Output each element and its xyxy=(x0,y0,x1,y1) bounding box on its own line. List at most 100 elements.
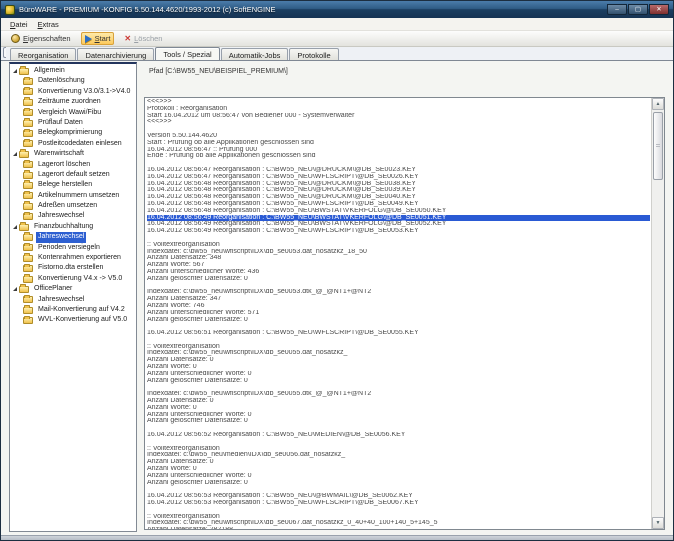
log-line[interactable]: Anzahl Datensätze: 0 xyxy=(147,398,650,405)
tab-automatik-jobs[interactable]: Automatik-Jobs xyxy=(221,48,289,60)
log-line[interactable] xyxy=(147,337,650,344)
log-line[interactable]: 16.04.2012 08:56:53 Reorganisation : C:\… xyxy=(147,500,650,507)
log-box[interactable]: <<<>>>Protokoll : ReorganisationStart 16… xyxy=(144,97,665,530)
log-line[interactable]: Anzahl gelöschter Datensätze: 0 xyxy=(147,480,650,487)
tab-reorganisation[interactable]: Reorganisation xyxy=(10,48,76,60)
log-line[interactable] xyxy=(147,323,650,330)
scroll-thumb[interactable] xyxy=(653,112,663,180)
log-line-selected[interactable]: 16.04.2012 08:56:49 Reorganisation : C:\… xyxy=(147,215,650,222)
tree-item-pr-flauf-daten[interactable]: Prüflauf Daten xyxy=(10,118,136,128)
log-line[interactable]: Anzahl Datensätze: 0 xyxy=(147,357,650,364)
tree-item-datenl-schung[interactable]: Datenlöschung xyxy=(10,76,136,86)
log-line[interactable]: 16.04.2012 08:56:53 Reorganisation : C:\… xyxy=(147,493,650,500)
log-line[interactable]: Anzahl Worte: 0 xyxy=(147,405,650,412)
log-line[interactable]: Start 16.04.2012 um 08:56:47 von Bediene… xyxy=(147,113,650,120)
log-line[interactable]: Anzahl Datensätze: 282188 xyxy=(147,527,650,529)
log-line[interactable]: Indexdatei: c:\bw55_neu\wflscript\IDX\db… xyxy=(147,249,650,256)
tree-item-lagerort-default-setzen[interactable]: Lagerort default setzen xyxy=(10,170,136,180)
log-line[interactable]: <<<>>> xyxy=(147,119,650,126)
tree-item-adre-en-umsetzen[interactable]: Adreßen umsetzen xyxy=(10,201,136,211)
log-line[interactable]: Anzahl unterschiedlicher Worte: 0 xyxy=(147,473,650,480)
log-line[interactable]: 16.04.2012 08:56:47 Reorganisation : C:\… xyxy=(147,174,650,181)
log-line[interactable]: :: Volltextreorganisation xyxy=(147,446,650,453)
log-line[interactable]: Indexdatei: c:\bw55_neu\medien\IDX\db_se… xyxy=(147,452,650,459)
log-line[interactable]: <<<>>> xyxy=(147,99,650,106)
log-line[interactable] xyxy=(147,160,650,167)
log-line[interactable]: 16.04.2012 08:56:47 Reorganisation : C:\… xyxy=(147,167,650,174)
log-line[interactable]: Anzahl gelöschter Datensätze: 0 xyxy=(147,378,650,385)
log-line[interactable]: Start : Prüfung ob alle Applikationen ge… xyxy=(147,140,650,147)
expander-icon[interactable] xyxy=(13,287,17,291)
log-line[interactable]: 16.04.2012 08:56:52 Reorganisation : C:\… xyxy=(147,432,650,439)
log-line[interactable]: Version 5.50.144.4620 xyxy=(147,133,650,140)
tree-item-vergleich-wawi-fibu[interactable]: Vergleich Wawi/Fibu xyxy=(10,108,136,118)
tree-item-jahreswechsel[interactable]: Jahreswechsel xyxy=(10,211,136,221)
log-line[interactable]: Anzahl Worte: 0 xyxy=(147,466,650,473)
tree-group-officeplaner[interactable]: OfficePlaner xyxy=(10,284,136,294)
expander-icon[interactable] xyxy=(13,225,17,229)
log-line[interactable]: Indexdatei: c:\bw55_neu\wflscript\IDX\db… xyxy=(147,350,650,357)
tree-item-artikelnummern-umsetzen[interactable]: Artikelnummern umsetzen xyxy=(10,191,136,201)
log-line[interactable]: Anzahl Worte: 0 xyxy=(147,364,650,371)
menu-datei[interactable]: Datei xyxy=(5,19,33,30)
log-line[interactable]: 16.04.2012 08:56:51 Reorganisation : C:\… xyxy=(147,330,650,337)
log-line[interactable]: Anzahl gelöschter Datensätze: 0 xyxy=(147,317,650,324)
log-line[interactable] xyxy=(147,126,650,133)
expander-icon[interactable] xyxy=(13,152,17,156)
log-line[interactable]: Anzahl unterschiedlicher Worte: 0 xyxy=(147,371,650,378)
log-scrollbar[interactable]: ▲ ▼ xyxy=(651,98,664,529)
log-line[interactable]: Anzahl Datensätze: 0 xyxy=(147,459,650,466)
minimize-button[interactable]: – xyxy=(607,4,627,15)
log-line[interactable] xyxy=(147,283,650,290)
log-line[interactable]: 16.04.2012 08:56:48 Reorganisation : C:\… xyxy=(147,187,650,194)
tree-item-belegkomprimierung[interactable]: Belegkomprimierung xyxy=(10,128,136,138)
log-line[interactable]: Anzahl Datensätze: 347 xyxy=(147,296,650,303)
log-line[interactable]: Anzahl unterschiedlicher Worte: 571 xyxy=(147,310,650,317)
tree-item-mail-konvertierung-auf-v4-2[interactable]: Mail-Konvertierung auf V4.2 xyxy=(10,305,136,315)
tab-datenarchivierung[interactable]: Datenarchivierung xyxy=(77,48,154,60)
log-line[interactable] xyxy=(147,486,650,493)
log-line[interactable]: :: Volltextreorganisation xyxy=(147,514,650,521)
log-line[interactable]: Anzahl unterschiedlicher Worte: 436 xyxy=(147,269,650,276)
log-line[interactable]: Anzahl Worte: 567 xyxy=(147,262,650,269)
log-line[interactable] xyxy=(147,384,650,391)
log-line[interactable]: 16.04.2012 08:56:49 Reorganisation : C:\… xyxy=(147,228,650,235)
tree-item-jahreswechsel[interactable]: Jahreswechsel xyxy=(10,295,136,305)
log-line[interactable] xyxy=(147,425,650,432)
log-line[interactable]: :: Volltextreorganisation xyxy=(147,344,650,351)
tab-tools-spezial[interactable]: Tools / Spezial xyxy=(155,47,219,60)
log-line[interactable] xyxy=(147,507,650,514)
tree-item-perioden-versiegeln[interactable]: Perioden versiegeln xyxy=(10,243,136,253)
log-line[interactable] xyxy=(147,439,650,446)
log-line[interactable]: Anzahl gelöschter Datensätze: 0 xyxy=(147,276,650,283)
log-line[interactable]: Anzahl Datensätze: 348 xyxy=(147,255,650,262)
log-line[interactable]: Ende : Prüfung ob alle Applikationen ges… xyxy=(147,153,650,160)
log-line[interactable]: Anzahl unterschiedlicher Worte: 0 xyxy=(147,412,650,419)
tree-item-zeitr-ume-zuordnen[interactable]: Zeiträume zuordnen xyxy=(10,97,136,107)
close-button[interactable]: ✕ xyxy=(649,4,669,15)
tree-item-belege-herstellen[interactable]: Belege herstellen xyxy=(10,180,136,190)
log-line[interactable]: Anzahl Worte: 746 xyxy=(147,303,650,310)
log-line[interactable]: 16.04.2012 08:56:48 Reorganisation : C:\… xyxy=(147,181,650,188)
tree-group-finanzbuchhaltung[interactable]: Finanzbuchhaltung xyxy=(10,222,136,232)
scroll-up-button[interactable]: ▲ xyxy=(652,98,664,110)
log-line[interactable]: Indexdatei: c:\bw55_neu\wflscript\IDX\db… xyxy=(147,520,650,527)
tree-item-konvertierung-v3-0-3-1-v4-0[interactable]: Konvertierung V3.0/3.1->V4.0 xyxy=(10,87,136,97)
maximize-button[interactable]: ▢ xyxy=(628,4,648,15)
titlebar[interactable]: BüroWARE - PREMIUM -KONFIG 5.50.144.4620… xyxy=(1,1,673,18)
tree-group-warenwirtschaft[interactable]: Warenwirtschaft xyxy=(10,149,136,159)
log-line[interactable]: 16.04.2012 08:56:49 Reorganisation : C:\… xyxy=(147,221,650,228)
log-line[interactable]: 16.04.2012 08:56:48 Reorganisation : C:\… xyxy=(147,208,650,215)
log-line[interactable]: 16.04.2012 08:56:48 Reorganisation : C:\… xyxy=(147,194,650,201)
log-line[interactable]: :: Volltextreorganisation xyxy=(147,242,650,249)
menu-extras[interactable]: Extras xyxy=(33,19,64,30)
l-schen-button[interactable]: ✕Löschen xyxy=(120,32,166,45)
scroll-down-button[interactable]: ▼ xyxy=(652,517,664,529)
log-line[interactable] xyxy=(147,235,650,242)
tree-item-postleitcodedaten-einlesen[interactable]: Postleitcodedaten einlesen xyxy=(10,139,136,149)
tab-grip-handle[interactable] xyxy=(3,47,6,58)
log-line[interactable]: 16.04.2012 08:56:47 :: Prüfung 000 xyxy=(147,147,650,154)
log-line[interactable]: Anzahl gelöschter Datensätze: 0 xyxy=(147,418,650,425)
tab-protokolle[interactable]: Protokolle xyxy=(289,48,338,60)
log-line[interactable]: Indexdatei: c:\bw55_neu\wflscript\IDX\db… xyxy=(147,391,650,398)
